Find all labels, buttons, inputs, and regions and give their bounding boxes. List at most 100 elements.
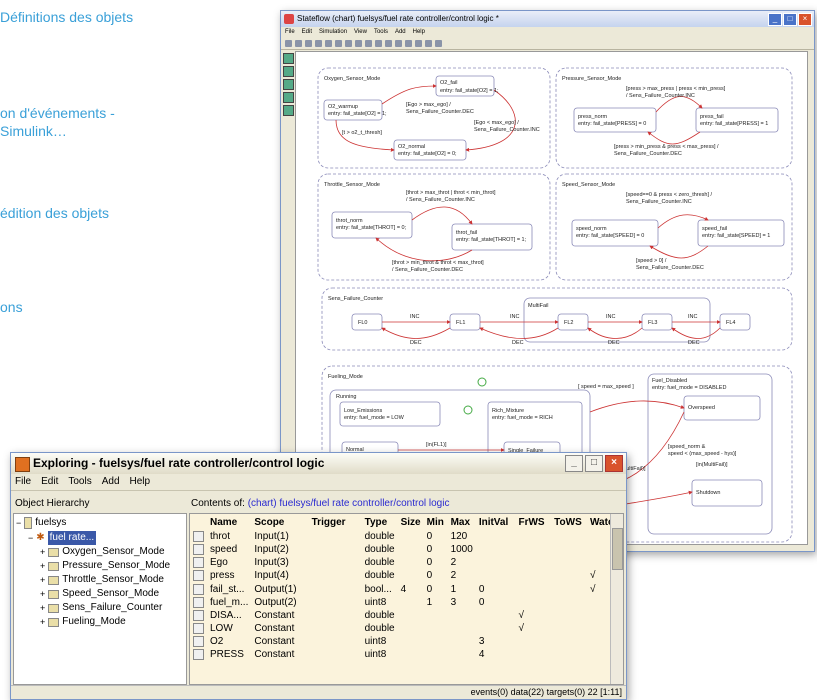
cell-name[interactable]: Ego — [207, 556, 251, 569]
col-name-header[interactable]: Name — [207, 514, 251, 530]
cell-initval[interactable] — [476, 569, 516, 582]
cell-scope[interactable]: Constant — [251, 622, 308, 635]
tree-item-fuel-rate[interactable]: − ✱ fuel rate... — [28, 531, 97, 545]
cell-size[interactable] — [398, 635, 424, 648]
cell-name[interactable]: press — [207, 569, 251, 582]
cell-type[interactable]: bool... — [362, 583, 398, 596]
cell-frws[interactable] — [515, 583, 551, 596]
cell-scope[interactable]: Input(4) — [251, 569, 308, 582]
cell-type[interactable]: double — [362, 569, 398, 582]
explorer-menu-tools[interactable]: Tools — [68, 474, 91, 490]
tree-item-fueling[interactable]: + Fueling_Mode — [40, 615, 126, 629]
tree-item-pressure[interactable]: + Pressure_Sensor_Mode — [40, 559, 170, 573]
cell-frws[interactable] — [515, 648, 551, 661]
redo-icon[interactable] — [365, 39, 372, 47]
cell-trigger[interactable] — [309, 556, 362, 569]
cell-min[interactable]: 0 — [424, 543, 448, 556]
new-icon[interactable] — [285, 39, 292, 47]
minimize-button[interactable]: _ — [768, 13, 782, 26]
col-min-header[interactable]: Min — [424, 514, 448, 530]
cell-tows[interactable] — [551, 635, 587, 648]
zoom-tool-icon[interactable] — [283, 105, 294, 116]
col-tows-header[interactable]: ToWS — [551, 514, 587, 530]
cell-type[interactable]: uint8 — [362, 648, 398, 661]
cell-frws[interactable] — [515, 569, 551, 582]
cell-min[interactable] — [424, 648, 448, 661]
cell-tows[interactable] — [551, 609, 587, 622]
col-type-header[interactable]: Type — [362, 514, 398, 530]
tree-item-sens-failure[interactable]: + Sens_Failure_Counter — [40, 601, 162, 615]
tree-item-throttle[interactable]: + Throttle_Sensor_Mode — [40, 573, 164, 587]
menu-help[interactable]: Help — [413, 27, 425, 37]
cell-min[interactable]: 0 — [424, 556, 448, 569]
cell-trigger[interactable] — [309, 635, 362, 648]
table-row[interactable]: throt Input(1) double 0 120 — [190, 530, 623, 543]
play-icon[interactable] — [385, 39, 392, 47]
cell-min[interactable]: 0 — [424, 530, 448, 543]
tree-item-speed[interactable]: + Speed_Sensor_Mode — [40, 587, 159, 601]
cell-max[interactable] — [448, 609, 476, 622]
explorer-menu-help[interactable]: Help — [130, 474, 151, 490]
explorer-menu-add[interactable]: Add — [102, 474, 120, 490]
cell-scope[interactable]: Output(2) — [251, 596, 308, 609]
undo-icon[interactable] — [355, 39, 362, 47]
cell-type[interactable]: double — [362, 609, 398, 622]
cell-type[interactable]: double — [362, 556, 398, 569]
cell-scope[interactable]: Constant — [251, 648, 308, 661]
cell-type[interactable]: double — [362, 622, 398, 635]
o2-normal-state[interactable] — [393, 139, 467, 161]
maximize-button[interactable]: □ — [783, 13, 797, 26]
expand-icon[interactable]: + — [40, 573, 45, 587]
expand-icon[interactable]: + — [40, 587, 45, 601]
cell-name[interactable]: speed — [207, 543, 251, 556]
col-trigger-header[interactable]: Trigger — [309, 514, 362, 530]
expand-icon[interactable]: + — [40, 559, 45, 573]
col-initval-header[interactable]: InitVal — [476, 514, 516, 530]
tree-item-oxygen[interactable]: + Oxygen_Sensor_Mode — [40, 545, 165, 559]
cell-max[interactable]: 3 — [448, 596, 476, 609]
expand-icon[interactable]: + — [40, 615, 45, 629]
save-icon[interactable] — [305, 39, 312, 47]
debug-icon[interactable] — [405, 39, 412, 47]
cell-tows[interactable] — [551, 583, 587, 596]
table-row[interactable]: speed Input(2) double 0 1000 — [190, 543, 623, 556]
cell-trigger[interactable] — [309, 569, 362, 582]
cell-max[interactable]: 2 — [448, 556, 476, 569]
cell-initval[interactable]: 4 — [476, 648, 516, 661]
cell-frws[interactable] — [515, 543, 551, 556]
cell-frws[interactable]: √ — [515, 609, 551, 622]
cell-max[interactable] — [448, 648, 476, 661]
print-icon[interactable] — [315, 39, 322, 47]
sens-failure-counter-state[interactable] — [321, 287, 793, 351]
col-scope-header[interactable]: Scope — [251, 514, 308, 530]
stop-icon[interactable] — [395, 39, 402, 47]
cell-trigger[interactable] — [309, 622, 362, 635]
build-icon[interactable] — [375, 39, 382, 47]
cell-scope[interactable]: Constant — [251, 635, 308, 648]
cell-type[interactable]: uint8 — [362, 635, 398, 648]
cell-type[interactable]: double — [362, 530, 398, 543]
col-frws-header[interactable]: FrWS — [515, 514, 551, 530]
table-row[interactable]: press Input(4) double 0 2 √ — [190, 569, 623, 582]
press-norm-state[interactable] — [573, 107, 657, 133]
cell-size[interactable]: 4 — [398, 583, 424, 596]
cell-size[interactable] — [398, 556, 424, 569]
close-button[interactable]: × — [798, 13, 812, 26]
cell-min[interactable]: 1 — [424, 596, 448, 609]
find-icon[interactable] — [425, 39, 432, 47]
cell-frws[interactable] — [515, 596, 551, 609]
cell-initval[interactable] — [476, 530, 516, 543]
cell-min[interactable]: 0 — [424, 569, 448, 582]
col-size-header[interactable]: Size — [398, 514, 424, 530]
contents-table-pane[interactable]: Name Scope Trigger Type Size Min Max Ini… — [189, 513, 624, 685]
explorer-maximize-button[interactable]: □ — [585, 455, 603, 472]
menu-view[interactable]: View — [354, 27, 367, 37]
cell-min[interactable] — [424, 622, 448, 635]
cell-min[interactable]: 0 — [424, 583, 448, 596]
table-row[interactable]: fuel_m... Output(2) uint8 1 3 0 — [190, 596, 623, 609]
cell-trigger[interactable] — [309, 609, 362, 622]
copy-icon[interactable] — [335, 39, 342, 47]
cell-type[interactable]: uint8 — [362, 596, 398, 609]
cell-frws[interactable]: √ — [515, 622, 551, 635]
cell-name[interactable]: fuel_m... — [207, 596, 251, 609]
